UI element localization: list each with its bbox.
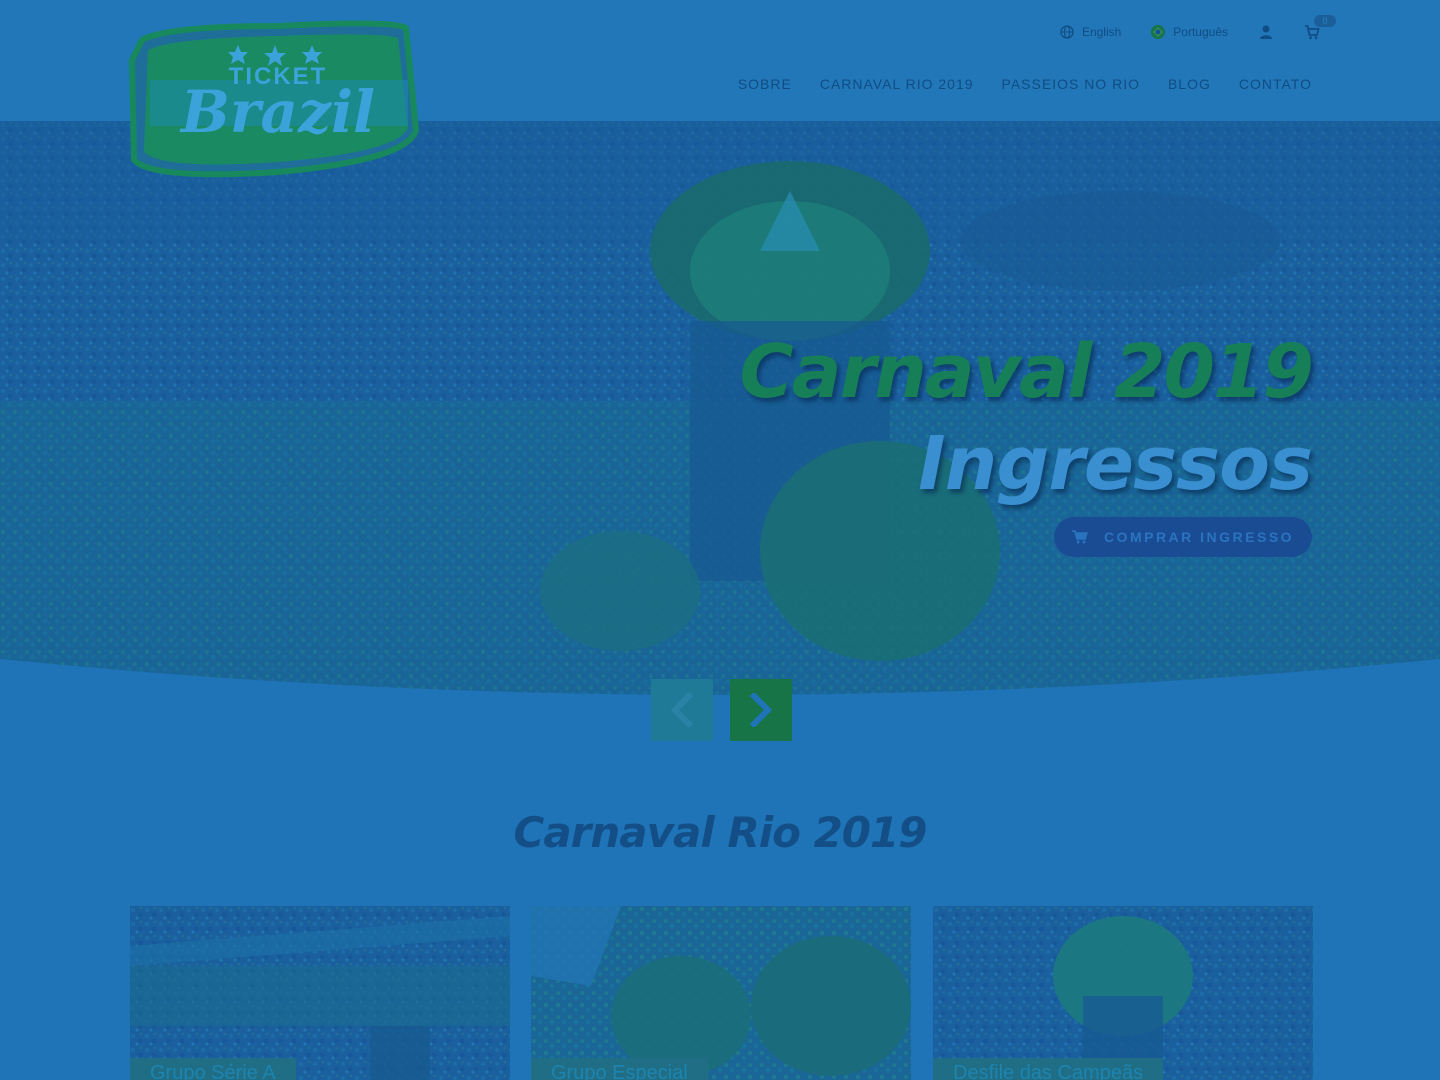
nav-passeios-no-rio[interactable]: PASSEIOS NO RIO bbox=[1002, 76, 1140, 92]
cart-button[interactable]: 0 bbox=[1304, 15, 1336, 40]
ticket-brazil-logo[interactable]: TICKET Brazil bbox=[128, 20, 420, 178]
card-desfile-das-campeas[interactable]: Desfile das Campeãs bbox=[933, 906, 1313, 1080]
logo-brazil-text: Brazil bbox=[179, 78, 375, 146]
nav-carnaval-rio-2019[interactable]: CARNAVAL RIO 2019 bbox=[820, 76, 974, 92]
lang-english-link[interactable]: English bbox=[1060, 25, 1121, 39]
chevron-left-icon bbox=[670, 693, 694, 727]
card-image bbox=[933, 906, 1313, 1080]
nav-blog[interactable]: BLOG bbox=[1168, 76, 1211, 92]
slider-next-button[interactable] bbox=[730, 679, 792, 741]
nav-sobre[interactable]: SOBRE bbox=[738, 76, 792, 92]
lang-portugues-link[interactable]: Português bbox=[1151, 25, 1228, 39]
user-account-icon[interactable] bbox=[1258, 24, 1274, 40]
card-image bbox=[130, 906, 510, 1080]
hero-slider: Carnaval 2019 Ingressos COMPRAR INGRESSO bbox=[0, 121, 1440, 711]
slider-prev-button[interactable] bbox=[651, 679, 713, 741]
lang-english-label: English bbox=[1081, 25, 1122, 39]
chevron-right-icon bbox=[749, 693, 773, 727]
card-grupo-especial[interactable]: Grupo Especial bbox=[531, 906, 911, 1080]
buy-ticket-label: COMPRAR INGRESSO bbox=[1103, 529, 1295, 545]
section-title: Carnaval Rio 2019 bbox=[513, 808, 928, 857]
card-image bbox=[531, 906, 911, 1080]
event-cards: Grupo Série A Grupo Especial Desfile das… bbox=[130, 906, 1313, 1080]
globe-icon bbox=[1060, 25, 1074, 39]
lang-portugues-label: Português bbox=[1173, 25, 1228, 39]
card-grupo-serie-a[interactable]: Grupo Série A bbox=[130, 906, 510, 1080]
card-label: Grupo Especial bbox=[531, 1058, 708, 1080]
cart-count-badge: 0 bbox=[1314, 15, 1336, 27]
cart-icon bbox=[1071, 530, 1088, 544]
hero-title-line2: Ingressos bbox=[918, 421, 1313, 507]
buy-ticket-button[interactable]: COMPRAR INGRESSO bbox=[1054, 517, 1312, 557]
hero-title-line1: Carnaval 2019 bbox=[739, 329, 1314, 415]
hero-heading: Carnaval 2019 Ingressos bbox=[739, 326, 1314, 510]
nav-contato[interactable]: CONTATO bbox=[1239, 76, 1312, 92]
top-utility-bar: English Português 0 bbox=[1060, 15, 1336, 46]
card-label: Desfile das Campeãs bbox=[933, 1058, 1164, 1080]
card-label: Grupo Série A bbox=[130, 1058, 296, 1080]
brazil-flag-icon bbox=[1151, 25, 1166, 39]
main-navigation: SOBRE CARNAVAL RIO 2019 PASSEIOS NO RIO … bbox=[738, 76, 1312, 92]
